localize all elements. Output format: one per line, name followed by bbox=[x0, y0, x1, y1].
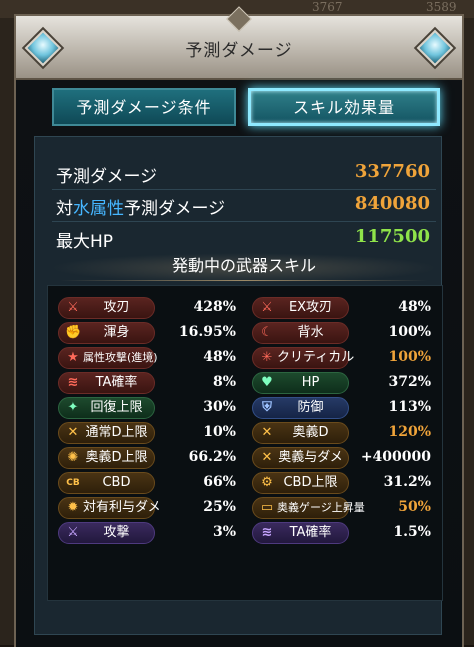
predicted-damage-value: 337760 bbox=[354, 161, 430, 182]
crossed-swords-icon: ✕ bbox=[67, 425, 79, 440]
skill-label: 回復上限 bbox=[90, 400, 143, 415]
skill-skills_left-6: ✺ 奥義D上限 bbox=[58, 447, 155, 469]
skill-value: 100% bbox=[388, 324, 431, 340]
shield-icon: ⛨ bbox=[262, 400, 272, 415]
crescent-icon: ☾ bbox=[261, 325, 273, 340]
skill-label: 渾身 bbox=[103, 325, 130, 340]
skill-label: 奥義D上限 bbox=[85, 450, 148, 465]
skill-skills_right-8: ▭ 奥義ゲージ上昇量 bbox=[252, 497, 365, 519]
purple-sword-icon: ⚔ bbox=[67, 525, 79, 540]
sword-icon: ⚔ bbox=[67, 300, 79, 315]
skill-skills_right-6: ✕ 奥義与ダメ bbox=[252, 447, 349, 469]
divider bbox=[52, 189, 436, 190]
skill-value: 10% bbox=[203, 424, 236, 440]
crossed-swords-icon: ✕ bbox=[261, 425, 273, 440]
skill-label: 攻撃 bbox=[103, 525, 130, 540]
star-icon: ★ bbox=[67, 350, 79, 365]
element-damage-value: 840080 bbox=[354, 193, 430, 214]
burst-icon: ✳ bbox=[261, 350, 273, 365]
skill-skills_right-0: ⚔ EX攻刃 bbox=[252, 297, 349, 319]
background-number: 3589 bbox=[426, 0, 457, 14]
skill-label: TA確率 bbox=[289, 525, 332, 540]
skill-value: 48% bbox=[398, 299, 431, 315]
skill-skills_right-2: ✳ クリティカル bbox=[252, 347, 355, 369]
skill-value: 372% bbox=[388, 374, 431, 390]
skill-value: 66.2% bbox=[188, 449, 236, 465]
cb-limit-icon: ⚙ bbox=[261, 475, 273, 490]
skill-label: クリティカル bbox=[277, 350, 355, 365]
skill-value: 100% bbox=[388, 349, 431, 365]
tab-damage-conditions[interactable]: 予測ダメージ条件 bbox=[52, 88, 236, 126]
predicted-damage-label: 予測ダメージ bbox=[56, 167, 158, 187]
tab-skill-effects[interactable]: スキル効果量 bbox=[248, 88, 440, 126]
ougi-icon: ✺ bbox=[67, 450, 79, 465]
heart-icon: ♥ bbox=[261, 375, 273, 390]
skill-label: TA確率 bbox=[95, 375, 138, 390]
skill-skills_right-7: ⚙ CBD上限 bbox=[252, 472, 349, 494]
skill-skills_left-0: ⚔ 攻刃 bbox=[58, 297, 155, 319]
crossed-swords-icon: ✕ bbox=[261, 450, 273, 465]
skill-skills_left-2: ★ 属性攻撃(進境) bbox=[58, 347, 158, 369]
triple-slash-icon: ≋ bbox=[67, 375, 79, 390]
skill-value: 25% bbox=[203, 499, 236, 515]
skill-value: 113% bbox=[388, 399, 431, 415]
skill-value: 16.95% bbox=[178, 324, 236, 340]
skill-label: 背水 bbox=[297, 325, 324, 340]
skill-value: 120% bbox=[388, 424, 431, 440]
skill-skills_right-1: ☾ 背水 bbox=[252, 322, 349, 344]
max-hp-label: 最大HP bbox=[56, 232, 114, 252]
skill-value: 428% bbox=[193, 299, 236, 315]
cb-icon: CB bbox=[66, 478, 80, 488]
skill-value: 31.2% bbox=[383, 474, 431, 490]
divider bbox=[52, 221, 436, 222]
skill-label: 攻刃 bbox=[103, 300, 130, 315]
background-left bbox=[0, 18, 14, 645]
skill-skills_left-8: ✹ 対有利与ダメ bbox=[58, 497, 161, 519]
skill-label: 属性攻撃(進境) bbox=[83, 351, 158, 364]
skill-label: 通常D上限 bbox=[85, 425, 148, 440]
sword-icon: ⚔ bbox=[261, 300, 273, 315]
background-number: 3767 bbox=[312, 0, 343, 14]
skill-label: CBD上限 bbox=[283, 475, 338, 490]
skill-value: 66% bbox=[203, 474, 236, 490]
skill-label: 奥義ゲージ上昇量 bbox=[277, 501, 365, 514]
skill-skills_right-5: ✕ 奥義D bbox=[252, 422, 349, 444]
element-damage-label: 対水属性予測ダメージ bbox=[56, 194, 225, 219]
gear-icon: ✹ bbox=[67, 500, 79, 515]
skill-skills_left-1: ✊ 渾身 bbox=[58, 322, 155, 344]
dialog-titlebar: 予測ダメージ bbox=[16, 6, 462, 80]
skill-label: 対有利与ダメ bbox=[83, 500, 161, 515]
skill-value: 8% bbox=[212, 374, 236, 390]
skill-value: 30% bbox=[203, 399, 236, 415]
skill-skills_left-5: ✕ 通常D上限 bbox=[58, 422, 155, 444]
skill-skills_left-4: ✦ 回復上限 bbox=[58, 397, 155, 419]
max-hp-value: 117500 bbox=[354, 226, 430, 247]
skill-value: 3% bbox=[212, 524, 236, 540]
gauge-icon: ▭ bbox=[260, 500, 274, 515]
element-suffix: 予測ダメージ bbox=[124, 199, 226, 219]
skill-label: EX攻刃 bbox=[288, 300, 333, 315]
skill-label: 奥義与ダメ bbox=[278, 450, 343, 465]
purple-triple-slash-icon: ≋ bbox=[261, 525, 273, 540]
skill-label: 奥義D bbox=[292, 425, 329, 440]
skill-skills_left-3: ≋ TA確率 bbox=[58, 372, 155, 394]
element-prefix: 対 bbox=[56, 199, 73, 219]
sparkle-icon: ✦ bbox=[67, 400, 79, 415]
weapon-skills-heading: 発動中の武器スキル bbox=[50, 253, 438, 283]
skill-skills_right-9: ≋ TA確率 bbox=[252, 522, 349, 544]
dialog-title: 予測ダメージ bbox=[185, 41, 293, 61]
skill-label: CBD bbox=[102, 475, 131, 490]
skill-value: +400000 bbox=[360, 449, 431, 465]
skill-skills_left-7: CB CBD bbox=[58, 472, 155, 494]
skill-value: 48% bbox=[203, 349, 236, 365]
skill-skills_right-3: ♥ HP bbox=[252, 372, 349, 394]
muscle-icon: ✊ bbox=[65, 325, 82, 340]
skill-value: 1.5% bbox=[393, 524, 431, 540]
skill-label: HP bbox=[301, 375, 320, 390]
skill-skills_right-4: ⛨ 防御 bbox=[252, 397, 349, 419]
skill-skills_left-9: ⚔ 攻撃 bbox=[58, 522, 155, 544]
element-name: 水属性 bbox=[73, 199, 124, 219]
skill-label: 防御 bbox=[297, 400, 324, 415]
skill-value: 50% bbox=[398, 499, 431, 515]
